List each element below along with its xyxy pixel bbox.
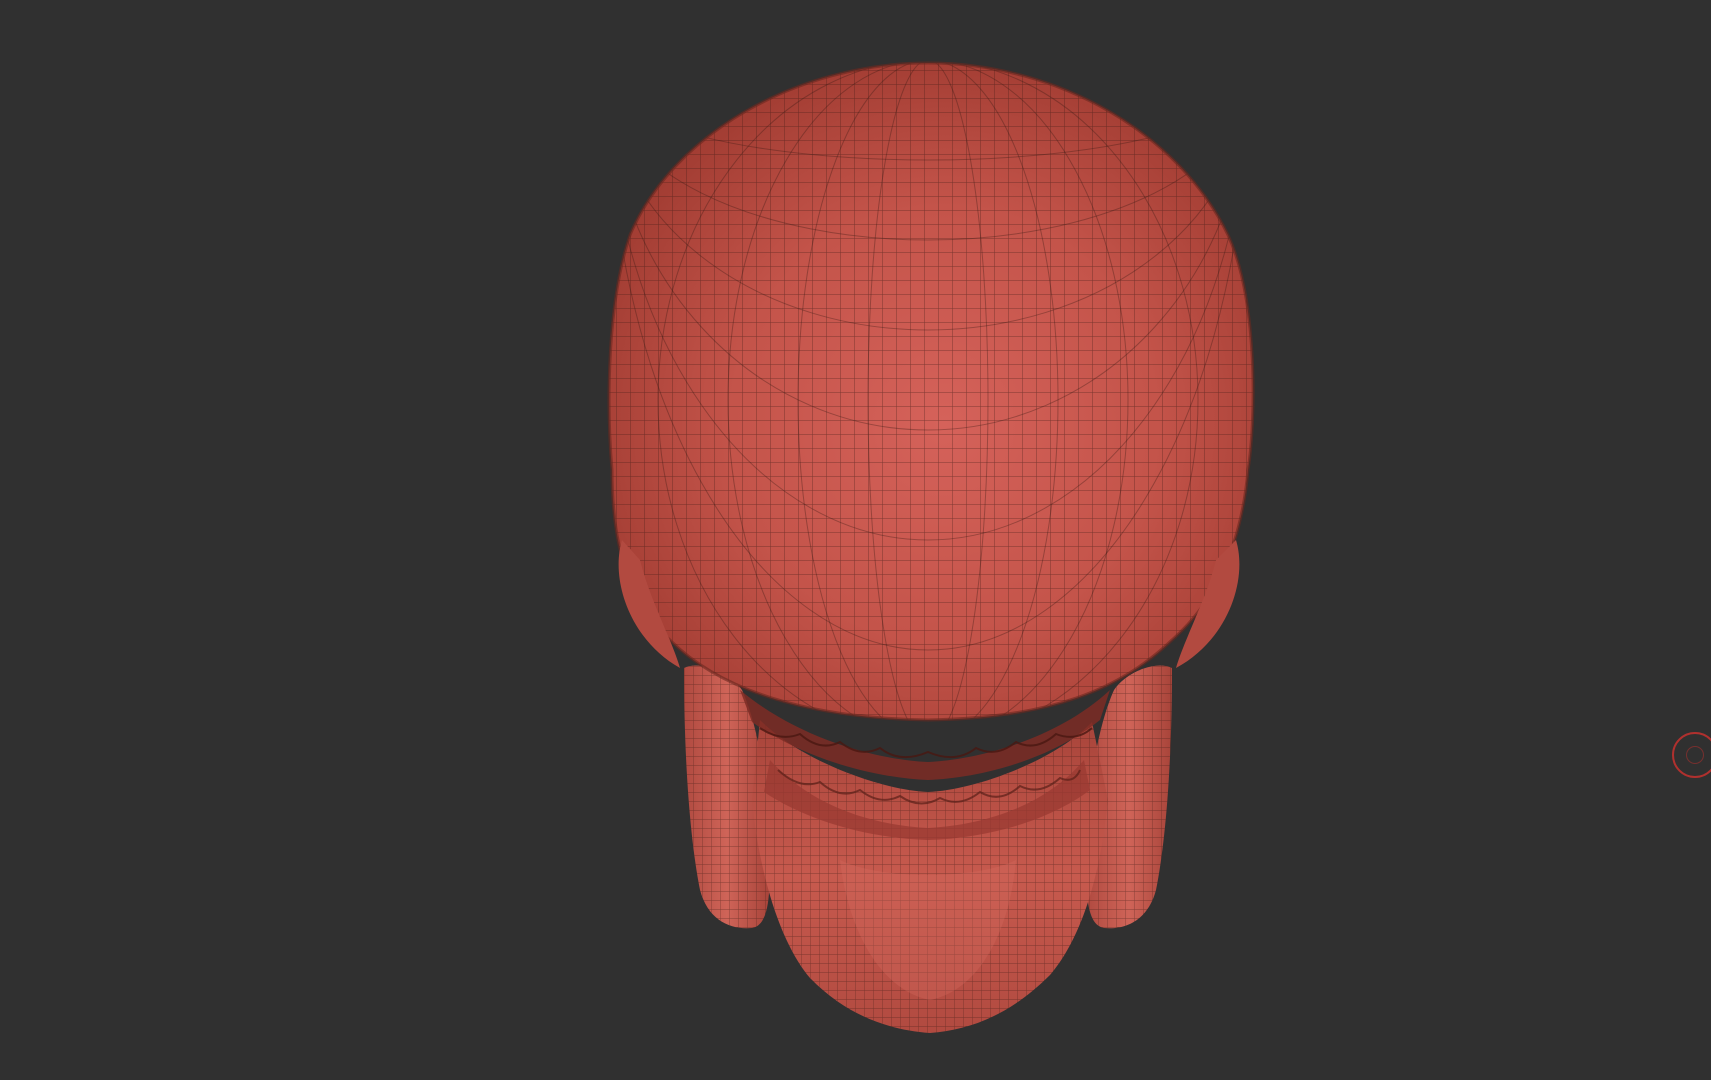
3d-viewport-canvas[interactable] — [0, 0, 1711, 1080]
skull-model-icon — [607, 61, 1255, 1033]
mandible — [752, 720, 1108, 1033]
cranium — [607, 61, 1255, 722]
brush-cursor-icon — [1672, 732, 1711, 778]
